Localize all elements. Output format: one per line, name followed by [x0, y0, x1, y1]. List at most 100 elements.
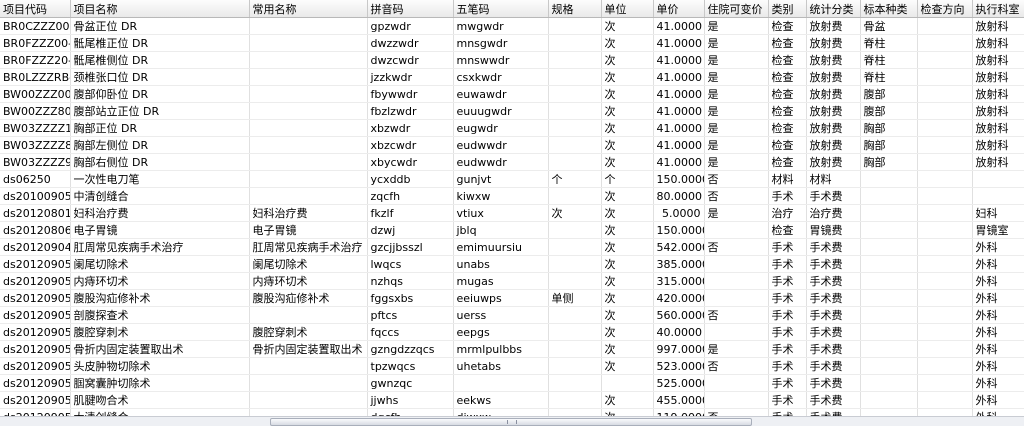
cell-variable-price[interactable]: 是	[704, 17, 769, 35]
cell-name[interactable]: 电子胃镜	[70, 221, 250, 239]
cell-specimen-type[interactable]: 胸部	[860, 136, 918, 154]
cell-stat-category[interactable]: 放射费	[806, 17, 861, 35]
cell-specimen-type[interactable]	[860, 340, 918, 358]
column-header-check-direction[interactable]: 检查方向	[917, 0, 973, 18]
cell-pinyin[interactable]: fbzlzwdr	[367, 102, 454, 120]
cell-specimen-type[interactable]	[860, 204, 918, 222]
cell-name[interactable]: 腹腔穿刺术	[70, 323, 250, 341]
cell-check-direction[interactable]	[917, 374, 973, 392]
cell-specimen-type[interactable]	[860, 221, 918, 239]
cell-price[interactable]: 150.0000	[653, 221, 705, 239]
cell-pinyin[interactable]: lwqcs	[367, 255, 454, 273]
cell-code[interactable]: BR0LZZZRB-00	[0, 68, 71, 86]
cell-stat-category[interactable]: 胃镜费	[806, 221, 861, 239]
cell-common-name[interactable]	[249, 34, 368, 52]
cell-wubi[interactable]: vtiux	[453, 204, 549, 222]
cell-name[interactable]: 一次性电刀笔	[70, 170, 250, 188]
table-row[interactable]: ds2012090523肌腱吻合术 jjwhseekws 次455.0000 手术手术…	[0, 391, 1024, 409]
cell-unit[interactable]: 次	[601, 102, 654, 120]
cell-stat-category[interactable]: 手术费	[806, 374, 861, 392]
cell-wubi[interactable]: eekws	[453, 391, 549, 409]
cell-price[interactable]: 523.0000	[653, 357, 705, 375]
cell-code[interactable]: BW03ZZZZ9-00	[0, 153, 71, 171]
cell-pinyin[interactable]: dwzcwdr	[367, 51, 454, 69]
cell-pinyin[interactable]: tpzwqcs	[367, 357, 454, 375]
column-header-spec[interactable]: 规格	[548, 0, 602, 18]
cell-wubi[interactable]: uhetabs	[453, 357, 549, 375]
cell-name[interactable]: 骨盆正位 DR	[70, 17, 250, 35]
cell-wubi[interactable]: kiwxw	[453, 187, 549, 205]
cell-unit[interactable]: 次	[601, 187, 654, 205]
cell-dept[interactable]: 外科	[972, 238, 1024, 256]
cell-check-direction[interactable]	[917, 153, 973, 171]
cell-name[interactable]: 妇科治疗费	[70, 204, 250, 222]
cell-common-name[interactable]	[249, 374, 368, 392]
cell-price[interactable]: 560.0000	[653, 306, 705, 324]
cell-spec[interactable]	[548, 136, 602, 154]
scrollbar-thumb[interactable]	[270, 418, 752, 426]
cell-code[interactable]: ds2012090501	[0, 255, 71, 273]
cell-unit[interactable]: 次	[601, 391, 654, 409]
cell-name[interactable]: 颈椎张口位 DR	[70, 68, 250, 86]
table-row[interactable]: BW03ZZZZ9-00胸部右侧位 DR xbycwdreudwwdr 次41.00…	[0, 153, 1024, 171]
column-header-wubi[interactable]: 五笔码	[453, 0, 549, 18]
cell-specimen-type[interactable]	[860, 255, 918, 273]
cell-category[interactable]: 检查	[768, 68, 807, 86]
cell-common-name[interactable]	[249, 170, 368, 188]
cell-spec[interactable]	[548, 306, 602, 324]
cell-code[interactable]: ds2012090502	[0, 272, 71, 290]
cell-check-direction[interactable]	[917, 272, 973, 290]
cell-unit[interactable]: 次	[601, 68, 654, 86]
cell-stat-category[interactable]: 手术费	[806, 255, 861, 273]
cell-spec[interactable]	[548, 238, 602, 256]
cell-check-direction[interactable]	[917, 51, 973, 69]
cell-category[interactable]: 手术	[768, 391, 807, 409]
cell-category[interactable]: 手术	[768, 340, 807, 358]
cell-specimen-type[interactable]: 腹部	[860, 85, 918, 103]
cell-dept[interactable]	[972, 187, 1024, 205]
table-row[interactable]: ds2012090502内痔环切术内痔环切术nzhqsmugas次315.000…	[0, 272, 1024, 290]
cell-wubi[interactable]: eudwwdr	[453, 153, 549, 171]
cell-spec[interactable]	[548, 102, 602, 120]
table-row[interactable]: ds2012090504腹股沟疝修补术腹股沟疝修补术fggsxbseeiuwps…	[0, 289, 1024, 307]
table-row[interactable]: ds2012090501阑尾切除术阑尾切除术lwqcsunabs次385.000…	[0, 255, 1024, 273]
column-header-unit[interactable]: 单位	[601, 0, 654, 18]
cell-spec[interactable]	[548, 340, 602, 358]
cell-spec[interactable]	[548, 119, 602, 137]
cell-spec[interactable]	[548, 374, 602, 392]
cell-category[interactable]: 材料	[768, 170, 807, 188]
cell-price[interactable]: 150.0000	[653, 170, 705, 188]
cell-name[interactable]: 腹部仰卧位 DR	[70, 85, 250, 103]
cell-category[interactable]: 手术	[768, 255, 807, 273]
cell-spec[interactable]	[548, 323, 602, 341]
cell-dept[interactable]: 放射科	[972, 68, 1024, 86]
cell-price[interactable]: 41.0000	[653, 119, 705, 137]
cell-unit[interactable]: 次	[601, 306, 654, 324]
cell-category[interactable]: 检查	[768, 153, 807, 171]
cell-category[interactable]: 手术	[768, 357, 807, 375]
cell-specimen-type[interactable]: 脊柱	[860, 51, 918, 69]
cell-price[interactable]: 315.0000	[653, 272, 705, 290]
cell-stat-category[interactable]: 放射费	[806, 136, 861, 154]
cell-category[interactable]: 手术	[768, 306, 807, 324]
cell-check-direction[interactable]	[917, 204, 973, 222]
cell-name[interactable]: 腘窝囊肿切除术	[70, 374, 250, 392]
cell-dept[interactable]: 外科	[972, 357, 1024, 375]
cell-spec[interactable]	[548, 34, 602, 52]
cell-variable-price[interactable]: 是	[704, 136, 769, 154]
cell-spec[interactable]: 个	[548, 170, 602, 188]
column-header-dept[interactable]: 执行科室	[972, 0, 1024, 18]
cell-wubi[interactable]: eeiuwps	[453, 289, 549, 307]
cell-pinyin[interactable]: xbzwdr	[367, 119, 454, 137]
table-row[interactable]: ds2012090510头皮肿物切除术 tpzwqcsuhetabs 次523.00…	[0, 357, 1024, 375]
cell-stat-category[interactable]: 手术费	[806, 357, 861, 375]
cell-stat-category[interactable]: 放射费	[806, 68, 861, 86]
cell-category[interactable]: 检查	[768, 136, 807, 154]
column-header-stat-category[interactable]: 统计分类	[806, 0, 861, 18]
cell-name[interactable]: 骶尾椎正位 DR	[70, 34, 250, 52]
cell-wubi[interactable]: unabs	[453, 255, 549, 273]
cell-stat-category[interactable]: 治疗费	[806, 204, 861, 222]
cell-specimen-type[interactable]: 脊柱	[860, 34, 918, 52]
cell-category[interactable]: 手术	[768, 187, 807, 205]
cell-category[interactable]: 手术	[768, 289, 807, 307]
